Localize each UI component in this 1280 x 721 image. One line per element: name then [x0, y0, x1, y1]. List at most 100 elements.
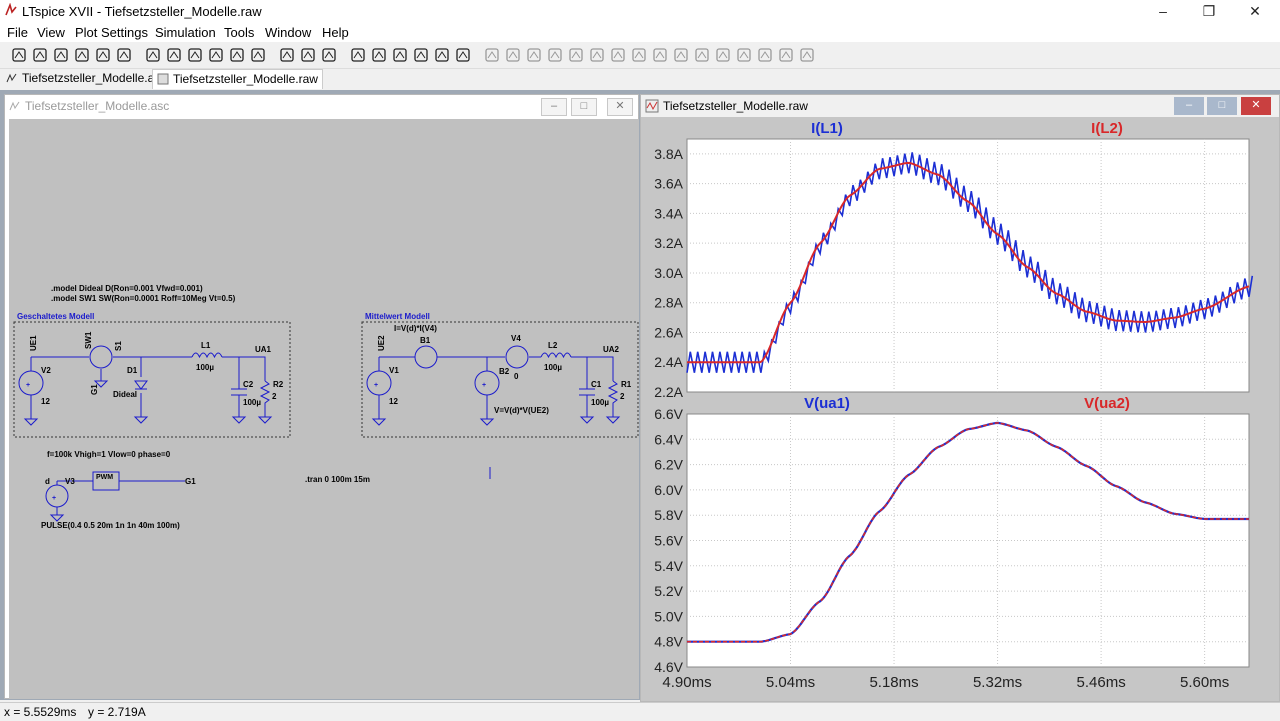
x-tick-label: 5.46ms [1077, 674, 1126, 691]
pane-current[interactable] [686, 138, 1250, 393]
tab-waveform[interactable]: Tiefsetzsteller_Modelle.raw [152, 69, 323, 89]
label-v1: V1 [389, 366, 399, 375]
schematic-maximize-button[interactable]: □ [571, 98, 597, 116]
menu-view[interactable]: View [37, 25, 65, 40]
label-icon[interactable] [525, 46, 543, 64]
waveform-title-bar[interactable]: Tiefsetzsteller_Modelle.raw – □ ✕ [641, 95, 1279, 117]
zoom-out-icon[interactable] [186, 46, 204, 64]
drag-icon[interactable] [672, 46, 690, 64]
cut-icon[interactable] [349, 46, 367, 64]
menu-plot-settings[interactable]: Plot Settings [75, 25, 148, 40]
y-tick-label: 6.2V [654, 457, 683, 473]
paste-icon[interactable] [391, 46, 409, 64]
zoom-in-icon[interactable] [144, 46, 162, 64]
capacitor-icon[interactable] [567, 46, 585, 64]
waveform-plot-area[interactable]: 3.8A 3.6A 3.4A 3.2A 3.0A 2.8A 2.6A 2.4A 2.2A I(L… [641, 117, 1279, 701]
zoom-fit-icon[interactable] [207, 46, 225, 64]
move-icon[interactable] [651, 46, 669, 64]
y-tick-label: 2.6A [654, 324, 683, 340]
copy-icon[interactable] [370, 46, 388, 64]
average-model-title: Mittelwert Modell [365, 312, 430, 321]
legend-vua2[interactable]: V(ua2) [1084, 395, 1130, 412]
v1-source[interactable] [366, 370, 392, 396]
app-title: LTspice XVII - Tiefsetzsteller_Modelle.r… [22, 4, 262, 19]
diode-icon[interactable] [609, 46, 627, 64]
spice-directive-icon[interactable] [798, 46, 816, 64]
x-tick-label: 5.60ms [1180, 674, 1229, 691]
schematic-window: Tiefsetzsteller_Modelle.asc – □ ✕ .model… [4, 94, 639, 699]
r1-resistor[interactable] [607, 380, 619, 409]
redo-icon[interactable] [714, 46, 732, 64]
waveform-minimize-button[interactable]: – [1174, 97, 1204, 115]
label-sw1: SW1 [84, 331, 93, 349]
resistor-icon[interactable] [546, 46, 564, 64]
pan-icon[interactable] [115, 46, 133, 64]
v2-source[interactable] [18, 370, 44, 396]
label-s1: S1 [114, 341, 123, 351]
wire-icon[interactable] [483, 46, 501, 64]
waveform-close-button[interactable]: ✕ [1241, 97, 1271, 115]
zoom-area-icon[interactable] [165, 46, 183, 64]
l2-inductor[interactable] [540, 352, 572, 359]
open-icon[interactable] [31, 46, 49, 64]
d1-diode[interactable] [134, 380, 148, 390]
r2-resistor[interactable] [259, 380, 271, 409]
document-tabs: Tiefsetzsteller_Modelle.asc Tiefsetzstel… [0, 69, 1280, 89]
inductor-icon[interactable] [588, 46, 606, 64]
component-icon[interactable] [630, 46, 648, 64]
tab-schematic[interactable]: Tiefsetzsteller_Modelle.asc [2, 69, 170, 88]
menu-file[interactable]: File [7, 25, 28, 40]
label-d: d [45, 477, 50, 486]
label-b1-expr: I=V(d)*I(V4) [394, 324, 437, 333]
v4-source[interactable] [505, 345, 529, 369]
v3-source[interactable] [45, 484, 69, 508]
menu-tools[interactable]: Tools [224, 25, 254, 40]
control-panel-icon[interactable] [73, 46, 91, 64]
center-icon[interactable] [249, 46, 267, 64]
legend-il1[interactable]: I(L1) [811, 120, 843, 137]
autorange-icon[interactable] [228, 46, 246, 64]
run-icon[interactable] [10, 46, 28, 64]
schematic-close-button[interactable]: ✕ [607, 98, 633, 116]
cursor-x-readout: x = 5.5529ms [4, 705, 77, 719]
tile-horizontal-icon[interactable] [278, 46, 296, 64]
menu-window[interactable]: Window [265, 25, 311, 40]
halt-icon[interactable] [94, 46, 112, 64]
minimize-button[interactable]: – [1140, 0, 1186, 22]
legend-il2[interactable]: I(L2) [1091, 120, 1123, 137]
tran-directive: .tran 0 100m 15m [305, 475, 370, 484]
schematic-title-bar[interactable]: Tiefsetzsteller_Modelle.asc – □ ✕ [5, 95, 638, 117]
label-r1-val: 2 [620, 392, 625, 401]
menu-help[interactable]: Help [322, 25, 349, 40]
legend-vua1[interactable]: V(ua1) [804, 395, 850, 412]
print-icon[interactable] [454, 46, 472, 64]
ltspice-logo-icon [5, 3, 17, 16]
mirror-icon[interactable] [756, 46, 774, 64]
ground-icon[interactable] [504, 46, 522, 64]
l1-inductor[interactable] [191, 352, 223, 359]
y-tick-label: 3.8A [654, 146, 683, 162]
label-v2-val: 12 [41, 397, 50, 406]
maximize-button[interactable]: ❐ [1186, 0, 1232, 22]
waveform-maximize-button[interactable]: □ [1207, 97, 1237, 115]
cascade-icon[interactable] [320, 46, 338, 64]
b1-source[interactable] [414, 345, 438, 369]
label-ue1: UE1 [29, 335, 38, 351]
schematic-minimize-button[interactable]: – [541, 98, 567, 116]
b2-source[interactable] [474, 370, 500, 396]
label-g1-out: G1 [185, 477, 196, 486]
tile-vertical-icon[interactable] [299, 46, 317, 64]
model-directive-2: .model SW1 SW(Ron=0.0001 Roff=10Meg Vt=0… [51, 294, 236, 303]
status-bar: x = 5.5529ms y = 2.719A [0, 702, 1280, 721]
find-icon[interactable] [412, 46, 430, 64]
undo-icon[interactable] [693, 46, 711, 64]
save-icon[interactable] [52, 46, 70, 64]
close-button[interactable]: ✕ [1232, 0, 1278, 22]
print-preview-icon[interactable] [433, 46, 451, 64]
text-icon[interactable] [777, 46, 795, 64]
sw1-switch[interactable] [89, 345, 113, 369]
waveform-plots[interactable]: 3.8A 3.6A 3.4A 3.2A 3.0A 2.8A 2.6A 2.4A 2.2A I(L… [641, 117, 1279, 701]
rotate-icon[interactable] [735, 46, 753, 64]
menu-simulation[interactable]: Simulation [155, 25, 216, 40]
schematic-canvas[interactable]: .model Dideal D(Ron=0.001 Vfwd=0.001) .m… [9, 119, 639, 699]
